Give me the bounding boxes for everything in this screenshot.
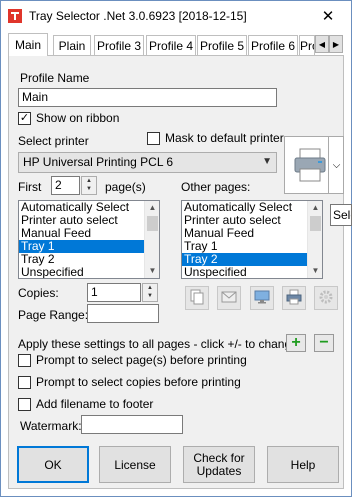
- list-item[interactable]: Unspecified: [182, 266, 322, 279]
- scroll-down-icon[interactable]: ▼: [308, 264, 322, 278]
- settings-button[interactable]: [314, 286, 338, 310]
- page-range-input[interactable]: [87, 304, 159, 323]
- stepper-down-icon[interactable]: ▼: [82, 185, 96, 193]
- stepper-down-icon[interactable]: ▼: [143, 292, 157, 300]
- ok-button[interactable]: OK: [17, 446, 89, 483]
- show-on-ribbon-label: Show on ribbon: [36, 111, 120, 125]
- tooltip: Sele: [330, 204, 352, 226]
- app-logo-icon: [7, 8, 23, 24]
- page-range-label: Page Range:: [18, 308, 89, 322]
- copies-input[interactable]: 1: [87, 283, 141, 302]
- license-button[interactable]: License: [99, 446, 171, 483]
- add-button[interactable]: +: [286, 334, 306, 352]
- mask-default-printer-label: Mask to default printer: [165, 131, 284, 145]
- add-filename-checkbox[interactable]: [18, 398, 31, 411]
- print-preview-button[interactable]: [282, 286, 306, 310]
- printer-properties-button[interactable]: ⌵: [284, 136, 344, 194]
- tab-profile-4[interactable]: Profile 4: [146, 35, 196, 55]
- pages-label: page(s): [105, 180, 146, 194]
- add-filename-label: Add filename to footer: [36, 397, 154, 411]
- main-tab-panel: Profile Name Main ✓ Show on ribbon Selec…: [8, 55, 344, 489]
- prompt-copies-label: Prompt to select copies before printing: [36, 375, 241, 389]
- display-button[interactable]: [250, 286, 274, 310]
- printer-icon: [293, 147, 327, 186]
- profile-name-label: Profile Name: [20, 71, 90, 85]
- other-pages-tray-list[interactable]: Automatically Select Printer auto select…: [181, 200, 323, 279]
- window-title: Tray Selector .Net 3.0.6923 [2018-12-15]: [29, 9, 247, 23]
- copies-stepper[interactable]: ▲ ▼: [142, 283, 158, 302]
- chevron-down-icon: ▼: [262, 156, 272, 167]
- scroll-down-icon[interactable]: ▼: [145, 264, 159, 278]
- envelope-icon: [221, 289, 237, 308]
- scroll-thumb[interactable]: [147, 216, 158, 231]
- apply-settings-text: Apply these settings to all pages - clic…: [18, 337, 298, 351]
- first-pages-stepper[interactable]: ▲ ▼: [81, 176, 97, 195]
- profile-name-input[interactable]: Main: [18, 88, 277, 107]
- printer-select[interactable]: HP Universal Printing PCL 6 ▼: [18, 152, 277, 173]
- watermark-input[interactable]: [81, 415, 183, 434]
- check-updates-button[interactable]: Check for Updates: [183, 446, 255, 483]
- scroll-thumb[interactable]: [310, 216, 321, 231]
- scroll-up-icon[interactable]: ▲: [308, 201, 322, 215]
- gear-icon: [318, 289, 334, 308]
- title-bar: Tray Selector .Net 3.0.6923 [2018-12-15]…: [1, 1, 351, 31]
- tab-scroll-left-button[interactable]: ◀: [315, 35, 329, 53]
- help-button[interactable]: Help: [267, 446, 339, 483]
- print-preview-icon: [286, 289, 302, 308]
- watermark-label: Watermark:: [20, 419, 82, 433]
- copies-label: Copies:: [18, 286, 59, 300]
- scroll-up-icon[interactable]: ▲: [145, 201, 159, 215]
- tab-profile-5[interactable]: Profile 5: [197, 35, 247, 55]
- stepper-up-icon[interactable]: ▲: [82, 177, 96, 185]
- select-printer-label: Select printer: [18, 134, 89, 148]
- copy-icon: [189, 289, 205, 308]
- show-on-ribbon-checkbox[interactable]: ✓: [18, 112, 31, 125]
- remove-button[interactable]: −: [314, 334, 334, 352]
- tab-profile-7[interactable]: Pro: [299, 35, 315, 55]
- first-label: First: [18, 180, 42, 194]
- first-pages-tray-list[interactable]: Automatically Select Printer auto select…: [18, 200, 160, 279]
- list-item[interactable]: Unspecified: [19, 266, 159, 279]
- tab-strip: Main Plain Profile 3 Profile 4 Profile 5…: [8, 33, 344, 56]
- printer-dropdown-chevron-icon[interactable]: ⌵: [328, 137, 344, 193]
- printer-select-value: HP Universal Printing PCL 6: [23, 155, 174, 169]
- list-scrollbar[interactable]: ▲ ▼: [144, 201, 159, 278]
- tab-profile-6[interactable]: Profile 6: [248, 35, 298, 55]
- mask-default-printer-checkbox[interactable]: [147, 132, 160, 145]
- list-scrollbar[interactable]: ▲ ▼: [307, 201, 322, 278]
- first-pages-input[interactable]: 2: [51, 176, 80, 195]
- tab-main[interactable]: Main: [8, 33, 48, 56]
- other-pages-label: Other pages:: [181, 180, 251, 194]
- prompt-copies-checkbox[interactable]: [18, 376, 31, 389]
- tab-plain[interactable]: Plain: [53, 35, 91, 55]
- prompt-pages-checkbox[interactable]: [18, 354, 31, 367]
- close-button[interactable]: ✕: [305, 1, 351, 31]
- tab-scroll-right-button[interactable]: ▶: [329, 35, 343, 53]
- email-button[interactable]: [217, 286, 241, 310]
- app-window: Tray Selector .Net 3.0.6923 [2018-12-15]…: [0, 0, 352, 497]
- monitor-icon: [254, 289, 270, 308]
- prompt-pages-label: Prompt to select page(s) before printing: [36, 353, 247, 367]
- copy-button[interactable]: [185, 286, 209, 310]
- stepper-up-icon[interactable]: ▲: [143, 284, 157, 292]
- tab-profile-3[interactable]: Profile 3: [94, 35, 144, 55]
